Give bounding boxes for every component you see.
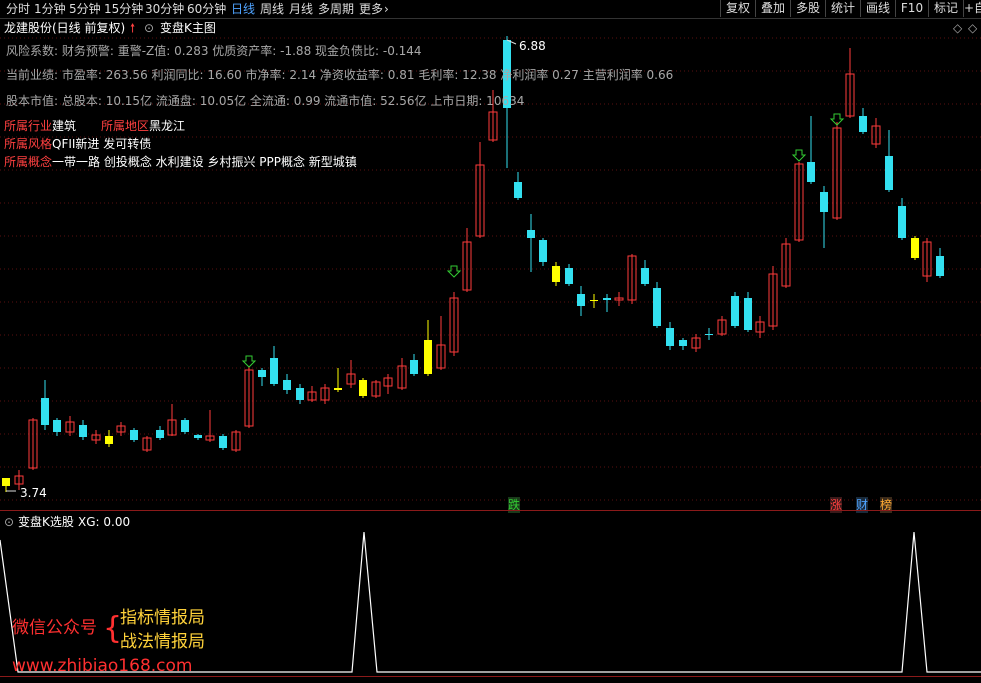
candle-body (53, 420, 61, 432)
risk-info-line: 风险系数: 财务预警: 重警-Z值: 0.283 优质资产率: -1.88 现金… (6, 44, 422, 58)
candle-body (359, 380, 367, 396)
candle-body (283, 380, 291, 390)
region-label: 所属地区 (101, 119, 150, 133)
sub-indicator-value: XG: 0.00 (78, 515, 131, 529)
website-url: www.zhibiao168.com (12, 656, 193, 676)
candle-body (679, 340, 687, 346)
candle-body (181, 420, 189, 432)
brand-label-2: 战法情报局 (120, 632, 205, 652)
candle-body (130, 430, 138, 440)
candle-body (577, 294, 585, 306)
candle-body (2, 478, 10, 486)
candle-body (590, 300, 598, 301)
candle-body (424, 340, 432, 374)
region-value: 黑龙江 (149, 119, 186, 133)
candle-body (565, 268, 573, 284)
candle-body (219, 436, 227, 448)
arrow-down-icon (446, 265, 462, 278)
wechat-label: 微信公众号 (12, 618, 97, 638)
arrow-down-icon (241, 355, 257, 368)
arrow-down-icon (791, 149, 807, 162)
candle-body (603, 298, 611, 300)
candle-body (653, 288, 661, 326)
candle-body (156, 430, 164, 438)
candle-body (41, 398, 49, 425)
candle-body (641, 268, 649, 284)
sub-indicator-dropdown-icon[interactable]: ⊙ (4, 514, 14, 530)
candle-body (731, 296, 739, 326)
candle-body (859, 116, 867, 132)
candle-body (820, 192, 828, 212)
sub-indicator-name[interactable]: 变盘K选股 (18, 514, 74, 530)
panel-divider[interactable] (0, 510, 981, 511)
candle-body (258, 370, 266, 377)
high-price-label: 6.88 (519, 39, 546, 53)
concept-value: 一带一路 创投概念 水利建设 乡村振兴 PPP概念 新型城镇 (52, 155, 357, 169)
candle-body (885, 156, 893, 190)
style-label: 所属风格 (4, 137, 53, 151)
candle-body (898, 206, 906, 238)
candle-body (936, 256, 944, 276)
industry-value: 建筑 (52, 119, 77, 133)
candle-body (527, 230, 535, 238)
style-value: QFII新进 发可转债 (52, 137, 152, 151)
candle-body (666, 328, 674, 346)
candle-body (79, 425, 87, 437)
candle-body (705, 334, 713, 335)
candle-body (105, 436, 113, 444)
candle-body (514, 182, 522, 198)
performance-info-line: 当前业绩: 市盈率: 263.56 利润同比: 16.60 市净率: 2.14 … (6, 68, 674, 82)
bottom-divider (0, 676, 981, 677)
candle-body (334, 388, 342, 390)
candle-body (270, 358, 278, 384)
industry-label: 所属行业 (4, 119, 53, 133)
candle-body (410, 360, 418, 374)
candle-body (744, 298, 752, 330)
candle-body (807, 162, 815, 182)
capital-info-line: 股本市值: 总股本: 10.15亿 流通盘: 10.05亿 全流通: 0.99 … (6, 94, 525, 108)
candle-body (194, 435, 202, 438)
candle-body (296, 388, 304, 400)
brand-label-1: 指标情报局 (120, 608, 205, 628)
candle-body (911, 238, 919, 258)
candle-body (539, 240, 547, 262)
candle-body (552, 266, 560, 282)
low-price-label: 3.74 (20, 486, 47, 500)
concept-label: 所属概念 (4, 155, 53, 169)
